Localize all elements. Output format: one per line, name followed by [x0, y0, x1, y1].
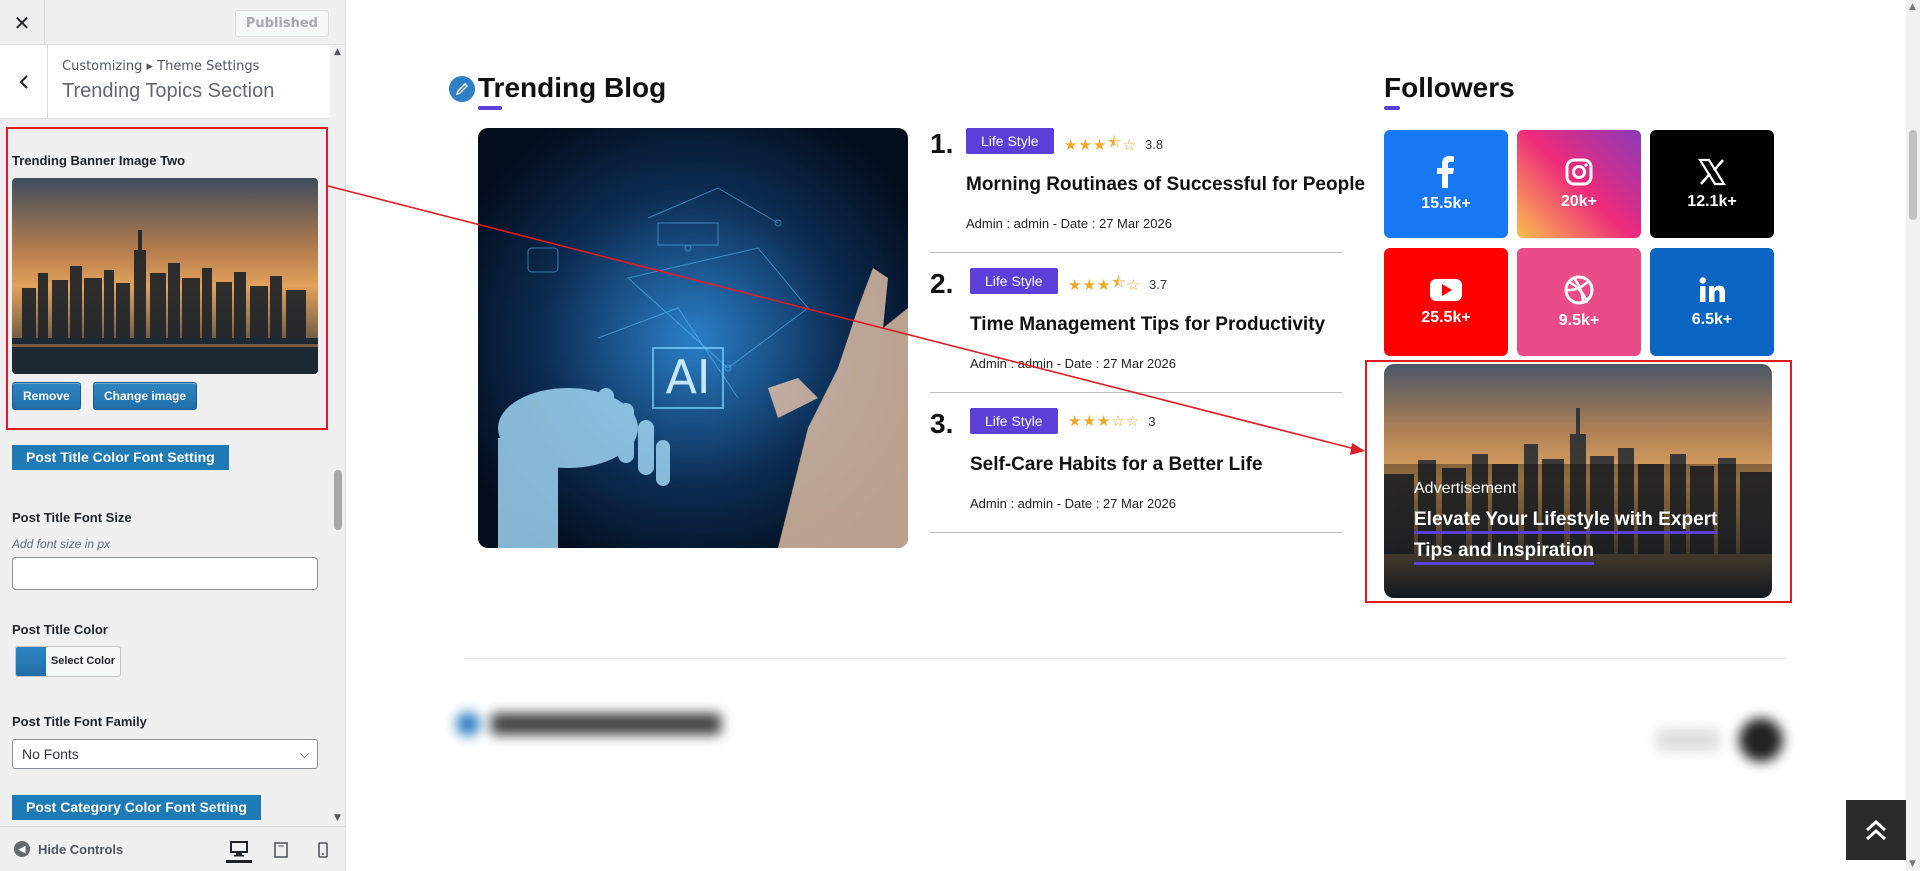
site-preview: Trending Blog AI 1. Life Style ★ ★ ★ ⯪ ☆… [327, 0, 1920, 871]
blurred-next-section-title [456, 712, 722, 736]
preview-scrollbar[interactable]: ▲ ▼ [1906, 0, 1920, 871]
connector-arrow [327, 185, 1365, 455]
scroll-to-top-button[interactable] [1846, 800, 1906, 860]
scroll-down-icon[interactable]: ▼ [1909, 859, 1916, 869]
section-divider [464, 658, 1786, 659]
scroll-up-icon[interactable]: ▲ [1909, 2, 1916, 12]
blurred-next-section-control [1656, 718, 1784, 762]
scrollbar-thumb[interactable] [1909, 130, 1917, 220]
double-chevron-up-icon [1866, 819, 1886, 841]
